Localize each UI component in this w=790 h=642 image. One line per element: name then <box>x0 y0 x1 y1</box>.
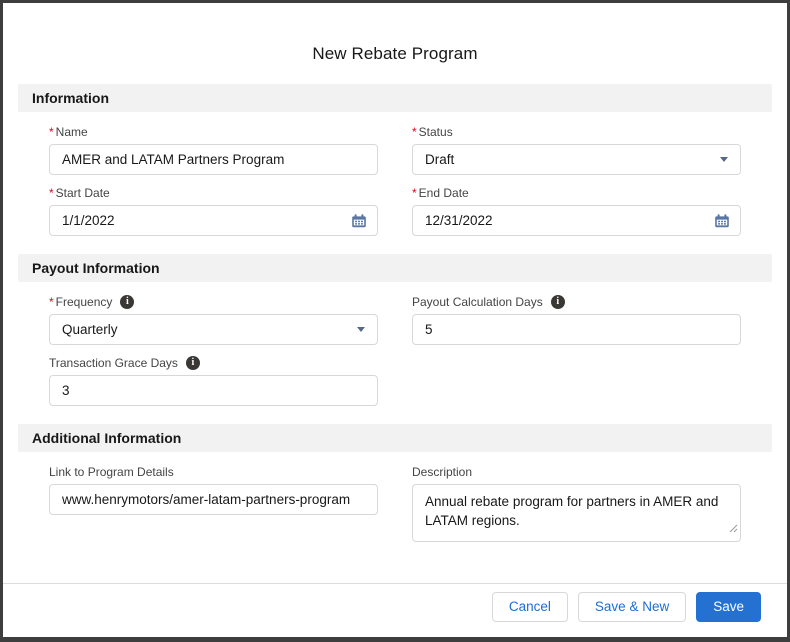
end-date-label-row: * End Date <box>412 185 741 201</box>
info-icon[interactable] <box>185 356 200 370</box>
frequency-label-row: * Frequency <box>49 294 378 310</box>
field-frequency: * Frequency Quarterly <box>49 294 378 345</box>
modal-title: New Rebate Program <box>312 44 478 63</box>
frequency-combobox[interactable]: Quarterly <box>49 314 378 345</box>
end-date-input[interactable] <box>412 205 741 236</box>
name-label-row: * Name <box>49 124 378 140</box>
calendar-icon <box>715 213 729 227</box>
end-date-control <box>412 205 741 236</box>
chevron-down-icon <box>357 327 365 332</box>
section-header-additional-information: Additional Information <box>18 424 772 452</box>
info-icon[interactable] <box>120 295 135 309</box>
required-marker: * <box>49 186 54 200</box>
required-marker: * <box>49 125 54 139</box>
field-start-date: * Start Date <box>49 185 378 236</box>
transaction-grace-days-label: Transaction Grace Days <box>49 356 178 370</box>
payout-calculation-days-label: Payout Calculation Days <box>412 295 543 309</box>
modal-body: New Rebate Program Information * Name * … <box>3 3 787 583</box>
save-and-new-button[interactable]: Save & New <box>577 592 687 622</box>
link-to-program-details-label-row: Link to Program Details <box>49 464 378 480</box>
new-rebate-program-modal: New Rebate Program Information * Name * … <box>0 0 790 642</box>
calendar-icon <box>352 213 366 227</box>
required-marker: * <box>412 125 417 139</box>
transaction-grace-days-input[interactable] <box>49 375 378 406</box>
description-label: Description <box>412 465 473 479</box>
section-header-payout-information: Payout Information <box>18 254 772 282</box>
name-control <box>49 144 378 175</box>
chevron-down-icon <box>720 157 728 162</box>
field-description: Description Annual rebate program for pa… <box>412 464 741 542</box>
status-label-row: * Status <box>412 124 741 140</box>
modal-footer: Cancel Save & New Save <box>3 583 787 637</box>
end-date-picker-button[interactable] <box>704 206 740 235</box>
field-status: * Status Draft <box>412 124 741 175</box>
cancel-button[interactable]: Cancel <box>491 592 568 622</box>
section-header-information: Information <box>18 84 772 112</box>
status-label: Status <box>418 125 453 139</box>
payout-calculation-days-label-row: Payout Calculation Days <box>412 294 741 310</box>
information-form-grid: * Name * Status Draft * <box>49 124 741 236</box>
save-button[interactable]: Save <box>696 592 761 622</box>
resize-handle-icon[interactable] <box>729 520 738 538</box>
name-label: Name <box>55 125 88 139</box>
field-payout-calculation-days: Payout Calculation Days <box>412 294 741 345</box>
description-control: Annual rebate program for partners in AM… <box>412 484 741 542</box>
required-marker: * <box>412 186 417 200</box>
payout-form-grid: * Frequency Quarterly Payout Calculation… <box>49 294 741 406</box>
start-date-label-row: * Start Date <box>49 185 378 201</box>
field-end-date: * End Date <box>412 185 741 236</box>
description-label-row: Description <box>412 464 741 480</box>
start-date-label: Start Date <box>55 186 110 200</box>
field-link-to-program-details: Link to Program Details <box>49 464 378 515</box>
field-transaction-grace-days: Transaction Grace Days <box>49 355 378 406</box>
frequency-value: Quarterly <box>62 322 118 337</box>
section-heading-text: Additional Information <box>32 430 182 446</box>
name-input[interactable] <box>49 144 378 175</box>
info-icon[interactable] <box>550 295 565 309</box>
transaction-grace-days-control <box>49 375 378 406</box>
start-date-input[interactable] <box>49 205 378 236</box>
payout-calculation-days-control <box>412 314 741 345</box>
status-value: Draft <box>425 152 455 167</box>
section-heading-text: Payout Information <box>32 260 160 276</box>
section-heading-text: Information <box>32 90 109 106</box>
payout-calculation-days-input[interactable] <box>412 314 741 345</box>
transaction-grace-days-label-row: Transaction Grace Days <box>49 355 378 371</box>
additional-form-grid: Link to Program Details Description Annu… <box>49 464 741 542</box>
frequency-label: Frequency <box>55 295 113 309</box>
link-to-program-details-input[interactable] <box>49 484 378 515</box>
required-marker: * <box>49 295 54 309</box>
start-date-control <box>49 205 378 236</box>
link-to-program-details-label: Link to Program Details <box>49 465 174 479</box>
end-date-label: End Date <box>418 186 469 200</box>
start-date-picker-button[interactable] <box>341 206 377 235</box>
link-to-program-details-control <box>49 484 378 515</box>
description-textarea[interactable]: Annual rebate program for partners in AM… <box>412 484 741 542</box>
field-name: * Name <box>49 124 378 175</box>
status-combobox[interactable]: Draft <box>412 144 741 175</box>
